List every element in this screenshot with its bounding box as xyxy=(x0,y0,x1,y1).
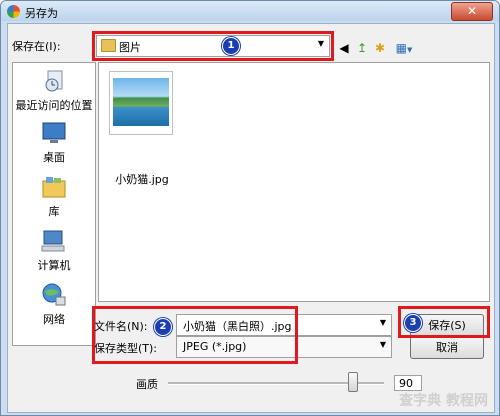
computer-icon xyxy=(40,229,68,253)
chevron-down-icon[interactable]: ▼ xyxy=(380,318,386,327)
chevron-down-icon[interactable]: ▼ xyxy=(380,340,386,349)
place-label: 桌面 xyxy=(43,151,65,164)
dialog-body: 保存在(I): 图片 ▼ 1 ◀ ↥ ✱ ▦▼ 最近访问的位置 桌面 库 计算机… xyxy=(7,23,495,413)
places-bar: 最近访问的位置 桌面 库 计算机 网络 xyxy=(12,62,96,346)
libraries-icon xyxy=(40,175,68,199)
place-label: 网络 xyxy=(43,313,65,326)
app-logo-icon xyxy=(7,5,20,18)
landscape-thumbnail-image xyxy=(113,78,169,126)
place-label: 计算机 xyxy=(37,259,71,272)
annotation-badge-2: 2 xyxy=(154,318,172,336)
view-menu-icon[interactable]: ▦▼ xyxy=(392,40,416,56)
new-folder-icon[interactable]: ✱ xyxy=(372,40,388,56)
quality-slider-thumb[interactable] xyxy=(348,372,358,392)
quality-label: 画质 xyxy=(136,378,158,391)
annotation-badge-1: 1 xyxy=(222,37,240,55)
place-recent[interactable]: 最近访问的位置 xyxy=(13,69,95,113)
window-title: 另存为 xyxy=(25,7,58,20)
close-button[interactable]: ✕ xyxy=(451,2,493,21)
annotation-box-location xyxy=(92,31,334,61)
back-icon[interactable]: ◀ xyxy=(336,40,352,56)
save-in-label: 保存在(I): xyxy=(12,40,61,53)
place-label: 库 xyxy=(48,205,60,218)
file-name-label[interactable]: 小奶猫.jpg xyxy=(109,171,175,187)
place-computer[interactable]: 计算机 xyxy=(13,229,95,273)
up-folder-icon[interactable]: ↥ xyxy=(354,40,370,56)
watermark: 查字典 教程网 xyxy=(399,393,488,409)
place-label: 最近访问的位置 xyxy=(15,99,93,112)
view-menu-glyph: ▦ xyxy=(395,41,407,55)
title-bar: 另存为 ✕ xyxy=(1,1,499,21)
place-desktop[interactable]: 桌面 xyxy=(13,121,95,165)
place-libraries[interactable]: 库 xyxy=(13,175,95,219)
file-thumbnail[interactable] xyxy=(109,71,173,135)
cancel-button[interactable]: 取消 xyxy=(410,336,484,359)
quality-value[interactable]: 90 xyxy=(394,375,422,391)
save-as-dialog: 另存为 ✕ 保存在(I): 图片 ▼ 1 ◀ ↥ ✱ ▦▼ 最近访问的位置 桌面… xyxy=(0,0,500,416)
network-icon xyxy=(40,283,68,307)
recent-places-icon xyxy=(40,69,68,93)
file-list: 小奶猫.jpg xyxy=(98,62,490,302)
annotation-badge-3: 3 xyxy=(404,314,422,332)
desktop-icon xyxy=(40,121,68,145)
annotation-box-filename xyxy=(92,306,298,364)
place-network[interactable]: 网络 xyxy=(13,283,95,327)
